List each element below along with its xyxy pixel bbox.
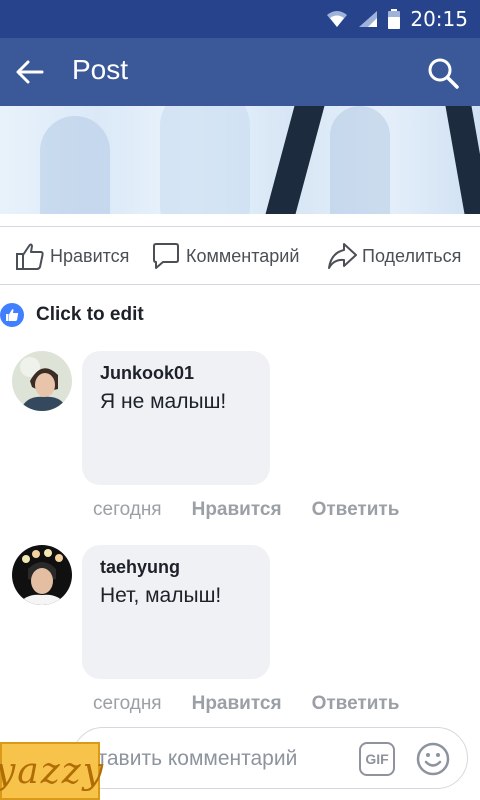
likes-summary[interactable]: Click to edit [0,303,144,327]
share-arrow-icon [328,243,357,269]
comment-action-label: Комментарий [186,245,300,266]
like-action-label: Нравится [50,245,130,266]
comment-bubble-icon [153,243,179,269]
comment-reply-button[interactable]: Ответить [312,693,400,715]
post-action-bar: Нравится Комментарий Поделиться [0,228,480,284]
comment-reply-button[interactable]: Ответить [312,499,400,521]
thumbs-up-icon [16,243,44,270]
comment-author[interactable]: Junkook01 [100,363,252,384]
comment-text: Нет, малыш! [100,584,222,607]
gif-button[interactable]: GIF [359,742,395,776]
comment-action-button[interactable]: Комментарий [150,240,299,272]
wifi-icon [327,11,348,27]
comment-input[interactable] [87,742,367,776]
status-bar: 20:15 [0,0,480,38]
page-title: Post [72,54,129,85]
status-icons: 20:15 [326,0,468,38]
comment-author[interactable]: taehyung [100,557,252,578]
signal-icon [359,11,378,27]
status-time: 20:15 [410,7,468,31]
comment-text: Я не малыш! [100,390,227,413]
post-image[interactable] [0,106,480,214]
watermark-text: yazzy [0,750,106,792]
comment-time: сегодня [93,693,162,714]
comment-composer: GIF [72,727,468,789]
like-reaction-icon [0,303,24,327]
comment-bubble[interactable]: Junkook01 Я не малыш! [82,351,270,485]
like-action-button[interactable]: Нравится [14,240,129,272]
comment-like-button[interactable]: Нравится [192,693,282,715]
comment-like-button[interactable]: Нравится [192,499,282,521]
comment-meta: сегодня Нравится Ответить [93,499,399,521]
search-icon[interactable] [426,56,460,90]
app-bar: Post [0,38,480,106]
divider [0,226,480,227]
watermark-logo: yazzy [0,742,103,800]
likes-summary-text: Click to edit [36,304,144,325]
comment-meta: сегодня Нравится Ответить [93,693,399,715]
avatar[interactable] [12,545,72,605]
battery-icon [388,9,401,29]
back-arrow-icon[interactable] [14,56,46,88]
comment-bubble[interactable]: taehyung Нет, малыш! [82,545,270,679]
emoji-icon[interactable] [415,741,451,777]
comments-section: Click to edit Junkook01 Я не малыш! сего… [0,285,480,800]
avatar[interactable] [12,351,72,411]
comment-time: сегодня [93,499,162,520]
share-action-button[interactable]: Поделиться [326,240,461,272]
share-action-label: Поделиться [362,245,462,266]
